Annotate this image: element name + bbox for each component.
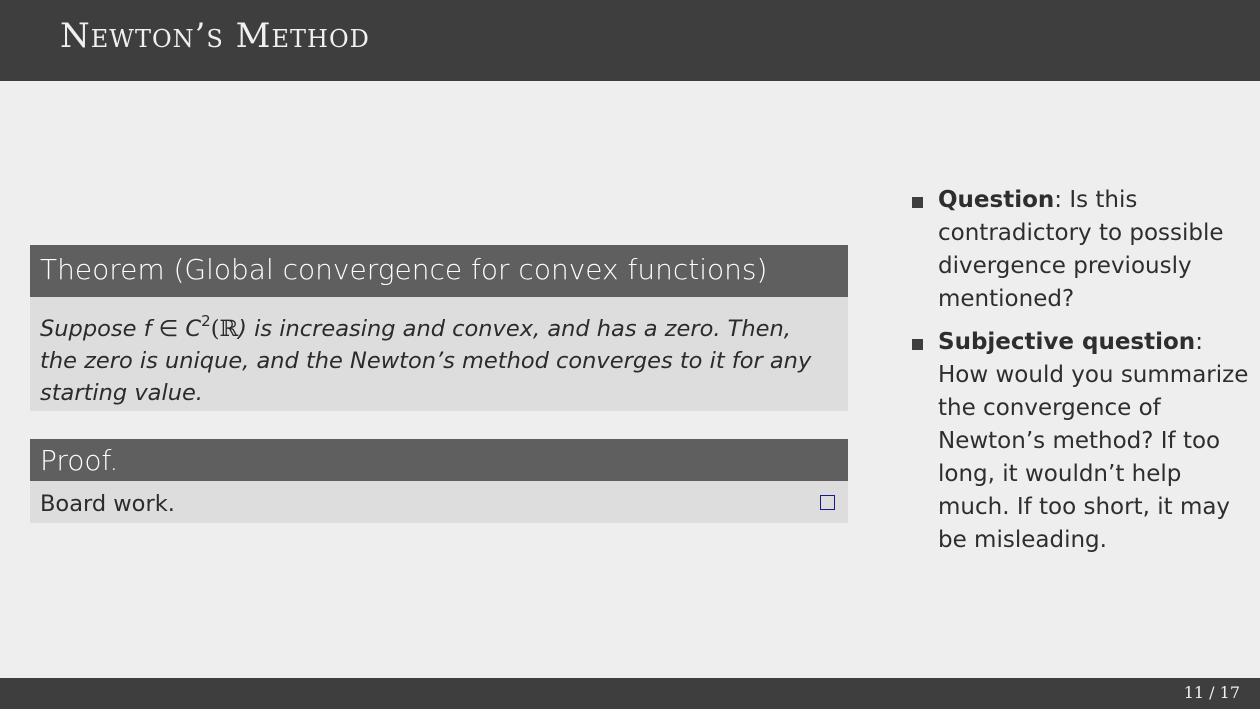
question-list: Question: Is this contradictory to possi… bbox=[912, 184, 1252, 567]
theorem-block: Theorem (Global convergence for convex f… bbox=[30, 245, 848, 411]
bullet-text: : How would you summarize the convergenc… bbox=[938, 329, 1249, 553]
theorem-line-1-start: Suppose f ∈ C bbox=[40, 316, 202, 342]
bullet-square-icon bbox=[912, 339, 923, 350]
proof-body: Board work. bbox=[30, 481, 848, 523]
list-item: Question: Is this contradictory to possi… bbox=[912, 184, 1252, 316]
proof-block: Proof. Board work. bbox=[30, 439, 848, 523]
theorem-line-2: the zero is unique, and the Newton’s met… bbox=[40, 348, 812, 374]
theorem-exponent: 2 bbox=[201, 312, 211, 330]
bullet-label: Subjective question bbox=[938, 329, 1196, 355]
theorem-line-3: starting value. bbox=[40, 380, 203, 406]
theorem-line-1: Suppose f ∈ C2(ℝ) is increasing and conv… bbox=[40, 305, 848, 345]
page-number: 11 / 17 bbox=[1183, 683, 1240, 702]
qed-square-icon bbox=[820, 495, 835, 510]
bullet-label: Question bbox=[938, 187, 1055, 213]
proof-text: Board work. bbox=[40, 491, 175, 517]
theorem-heading: Theorem (Global convergence for convex f… bbox=[30, 245, 848, 297]
list-item: Subjective question: How would you summa… bbox=[912, 326, 1252, 557]
bullet-square-icon bbox=[912, 197, 923, 208]
theorem-line-1-end: ) is increasing and convex, and has a ze… bbox=[238, 316, 791, 342]
footer-bar: 11 / 17 bbox=[0, 678, 1260, 709]
theorem-body: Suppose f ∈ C2(ℝ) is increasing and conv… bbox=[30, 297, 848, 411]
title-bar: Newton’s Method bbox=[0, 0, 1260, 81]
proof-heading: Proof. bbox=[30, 439, 848, 481]
theorem-real-set: ℝ bbox=[219, 316, 239, 342]
slide-title: Newton’s Method bbox=[60, 16, 370, 56]
